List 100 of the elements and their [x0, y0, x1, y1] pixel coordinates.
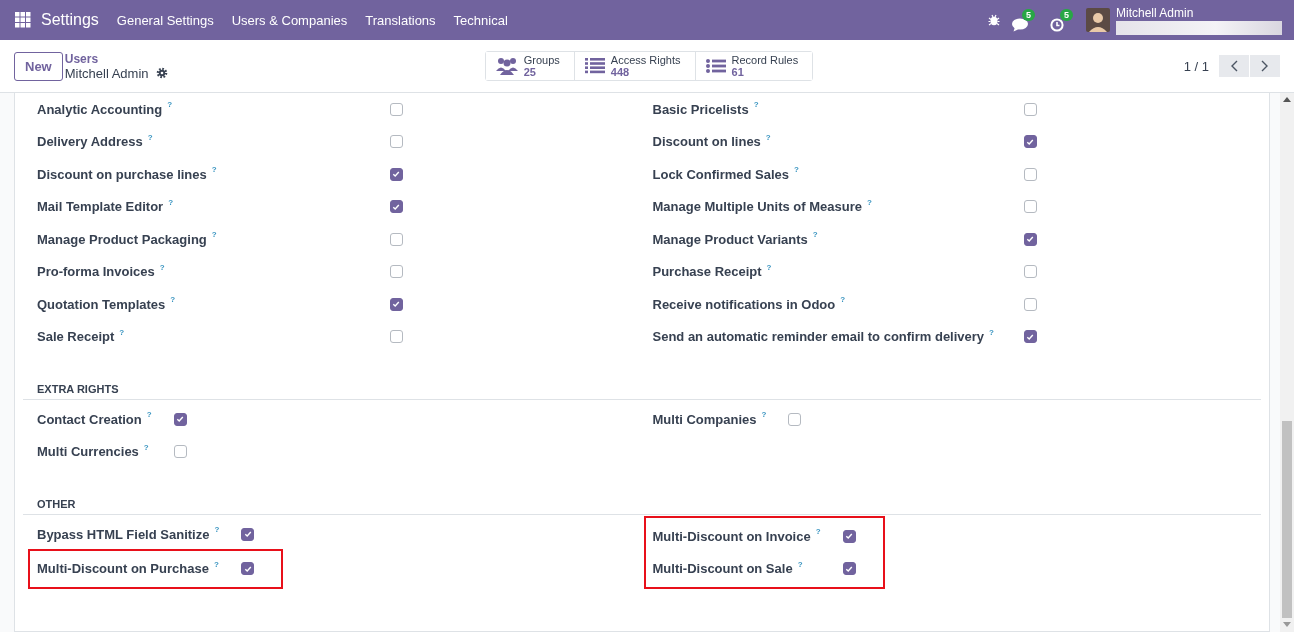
check-icon [392, 170, 401, 179]
check-icon [1026, 332, 1035, 341]
help-tooltip[interactable]: ? [159, 262, 165, 272]
bug-icon[interactable] [988, 14, 1000, 26]
checkbox[interactable] [389, 200, 403, 214]
checkbox[interactable] [788, 412, 802, 426]
check-icon [1026, 137, 1035, 146]
help-tooltip[interactable]: ? [840, 295, 846, 304]
checkbox[interactable] [389, 135, 403, 149]
checkbox[interactable] [842, 529, 856, 543]
help-tooltip[interactable]: ? [214, 525, 220, 534]
field-label: Multi-Discount on Invoice [652, 528, 811, 544]
count-badge: 5 [1022, 8, 1035, 21]
help-tooltip[interactable]: ? [867, 197, 872, 207]
menu-item[interactable]: General Settings [116, 12, 214, 28]
count-badge: 5 [1060, 8, 1073, 21]
help-tooltip[interactable]: ? [766, 262, 772, 272]
help-tooltip[interactable]: ? [794, 165, 799, 174]
checkbox[interactable] [1023, 297, 1037, 311]
list-icon [705, 59, 726, 73]
pager-value: 1 / 1 [1183, 58, 1209, 74]
activities-button[interactable]: 5 [1050, 8, 1072, 32]
checkbox[interactable] [842, 562, 856, 576]
checkbox[interactable] [173, 412, 187, 426]
chat-icon [1012, 17, 1030, 32]
help-tooltip[interactable]: ? [170, 295, 176, 304]
help-tooltip[interactable]: ? [211, 165, 217, 174]
checkbox[interactable] [1023, 200, 1037, 214]
help-tooltip[interactable]: ? [143, 442, 149, 452]
scrollbar[interactable] [1280, 93, 1294, 632]
field-label: Manage Product Variants [652, 231, 808, 247]
field-label: Purchase Receipt [652, 264, 762, 280]
field-label: Multi-Discount on Sale [652, 561, 793, 577]
check-icon [392, 300, 401, 309]
field-label: Quotation Templates [37, 296, 166, 312]
field-label: Multi Currencies [37, 444, 139, 460]
checkbox[interactable] [241, 562, 255, 576]
help-tooltip[interactable]: ? [168, 197, 174, 207]
stat-button[interactable]: Groups 25 [485, 52, 575, 80]
checkbox[interactable] [1023, 232, 1037, 246]
chevron-right-icon [1261, 60, 1269, 72]
field-label: Mail Template Editor [37, 199, 164, 215]
users-icon [495, 57, 518, 75]
scroll-up-icon[interactable] [1283, 97, 1291, 103]
messages-button[interactable]: 5 [1012, 8, 1038, 32]
checkbox[interactable] [389, 265, 403, 279]
check-icon [243, 564, 252, 573]
checkbox[interactable] [241, 527, 255, 541]
breadcrumb-link[interactable]: Users [64, 51, 485, 66]
help-tooltip[interactable]: ? [797, 559, 803, 569]
help-tooltip[interactable]: ? [753, 100, 759, 109]
menu-item[interactable]: Translations [365, 12, 436, 28]
help-tooltip[interactable]: ? [812, 230, 818, 239]
check-icon [845, 532, 854, 541]
check-icon [176, 415, 185, 424]
checkbox[interactable] [1023, 265, 1037, 279]
help-tooltip[interactable]: ? [146, 410, 152, 419]
field-label: Sale Receipt [37, 329, 115, 345]
field-label: Contact Creation [37, 411, 142, 427]
field-label: Basic Pricelists [652, 101, 749, 117]
section-heading: EXTRA RIGHTS [23, 353, 1261, 400]
app-name[interactable]: Settings [41, 11, 99, 29]
help-tooltip[interactable]: ? [147, 132, 153, 142]
field-label: Discount on purchase lines [37, 166, 207, 182]
user-name[interactable]: Mitchell Admin [1116, 5, 1282, 20]
avatar-icon[interactable] [1086, 8, 1110, 32]
field-label: Delivery Address [37, 134, 143, 150]
checkbox[interactable] [1023, 167, 1037, 181]
checkbox[interactable] [389, 330, 403, 344]
field-label: Manage Product Packaging [37, 231, 207, 247]
field-label: Manage Multiple Units of Measure [652, 199, 862, 215]
checkbox[interactable] [1023, 330, 1037, 344]
menu-item[interactable]: Users & Companies [231, 12, 348, 28]
section-heading: OTHER [23, 468, 1261, 515]
check-icon [1026, 235, 1035, 244]
help-tooltip[interactable]: ? [213, 559, 219, 569]
field-label: Receive notifications in Odoo [652, 296, 836, 312]
help-tooltip[interactable]: ? [765, 132, 771, 142]
help-tooltip[interactable]: ? [211, 230, 217, 239]
checkbox[interactable] [1023, 135, 1037, 149]
apps-menu-icon[interactable] [15, 12, 31, 28]
help-tooltip[interactable]: ? [989, 327, 994, 337]
checkbox[interactable] [389, 297, 403, 311]
menu-item[interactable]: Technical [453, 12, 508, 28]
field-label: Lock Confirmed Sales [652, 166, 790, 182]
help-tooltip[interactable]: ? [761, 410, 767, 419]
help-tooltip[interactable]: ? [815, 527, 821, 536]
check-icon [392, 202, 401, 211]
checkbox[interactable] [389, 102, 403, 116]
checkbox[interactable] [389, 232, 403, 246]
help-tooltip[interactable]: ? [167, 100, 173, 109]
field-label: Multi Companies [652, 411, 757, 427]
field-label: Multi-Discount on Purchase [37, 561, 209, 577]
new-button[interactable]: New [14, 51, 63, 81]
checkbox[interactable] [389, 167, 403, 181]
help-tooltip[interactable]: ? [119, 327, 125, 337]
checkbox[interactable] [1023, 102, 1037, 116]
check-icon [845, 564, 854, 573]
gear-icon[interactable] [155, 67, 168, 79]
checkbox[interactable] [173, 445, 187, 459]
